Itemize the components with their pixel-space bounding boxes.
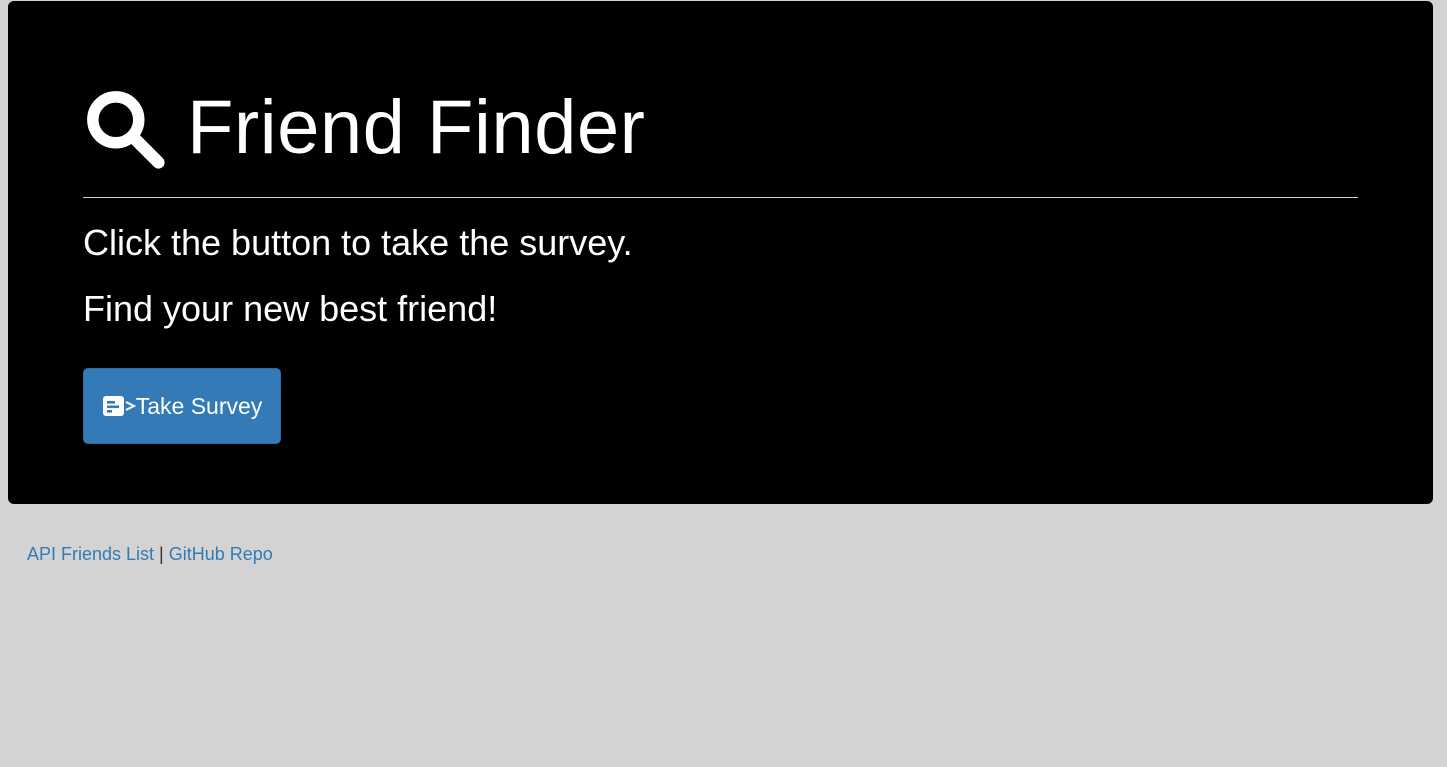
search-icon [83, 87, 187, 169]
take-survey-label: Take Survey [135, 392, 263, 419]
survey-form-icon [102, 394, 136, 418]
api-friends-list-link[interactable]: API Friends List [27, 544, 154, 564]
intro-line-1: Click the button to take the survey. [83, 222, 633, 263]
page-title: Friend Finder [187, 85, 646, 170]
divider [83, 197, 1358, 198]
footer-separator: | [159, 544, 164, 564]
intro-line-2: Find your new best friend! [83, 288, 498, 329]
jumbotron: Friend Finder Click the button to take t… [8, 1, 1433, 504]
footer: API Friends List | GitHub Repo [27, 543, 273, 565]
page-header: Friend Finder [83, 83, 645, 173]
take-survey-button[interactable]: Take Survey [83, 368, 281, 444]
github-repo-link[interactable]: GitHub Repo [169, 544, 273, 564]
